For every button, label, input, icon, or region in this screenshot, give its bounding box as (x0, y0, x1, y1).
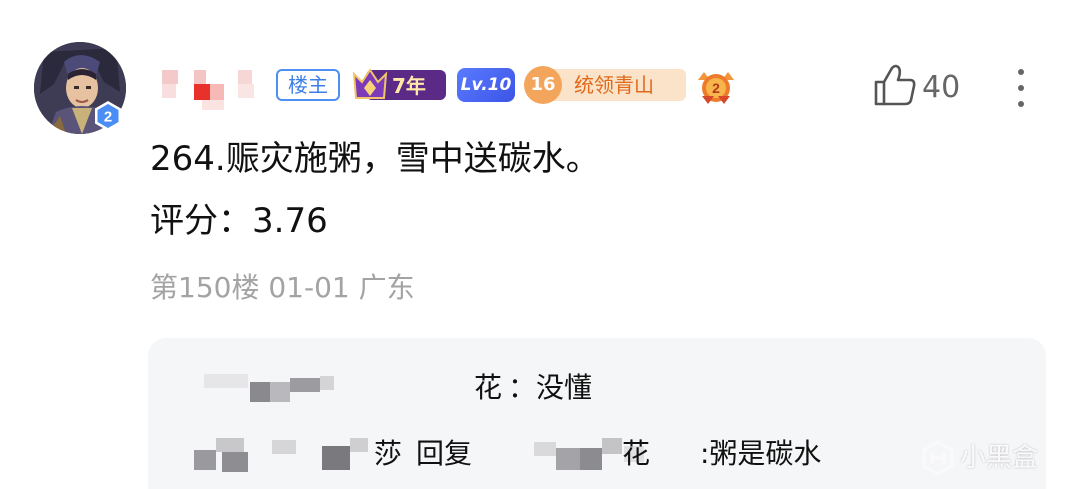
user-level-badge: Lv.10 (457, 68, 515, 102)
medal-number: 2 (712, 80, 720, 96)
reply-author-suffix: 花 (474, 371, 503, 404)
post-content-line: 264.赈灾施粥，雪中送碳水。 (150, 139, 600, 179)
more-options-button[interactable] (1006, 66, 1036, 110)
username-redacted[interactable] (158, 66, 268, 110)
medal-icon: 2 (694, 66, 738, 104)
host-badge: 楼主 (276, 69, 340, 101)
avatar-level-number: 2 (104, 109, 112, 126)
reply-text: :粥是碳水 (700, 437, 822, 470)
thumbs-up-icon (874, 64, 916, 106)
comment-post: 2 楼主 7年 Lv.10 16 统领青山 2 40 264.赈灾施粥，雪中送碳… (0, 0, 1080, 489)
reply-author-redacted (192, 372, 336, 408)
watermark-text: 小黑盒 (960, 443, 1039, 473)
reply-author-suffix: 莎 (374, 437, 403, 470)
fan-title-badge: 16 统领青山 (524, 66, 688, 104)
like-count: 40 (922, 70, 961, 105)
like-button[interactable]: 40 (866, 60, 976, 110)
reply-preview-box[interactable]: 花 ：没懂 莎 回复 花 :粥是碳水 (148, 338, 1046, 489)
membership-years-badge: 7年 (352, 66, 448, 104)
post-meta: 第150楼 01-01 广东 (150, 271, 415, 304)
reply-word: 回复 (416, 437, 473, 470)
fan-level-number: 16 (524, 66, 562, 104)
xiaoheihe-logo-icon (922, 440, 954, 476)
membership-years-label: 7年 (392, 74, 426, 98)
reply-item[interactable]: 花 ：没懂 (148, 366, 1046, 410)
reply-item[interactable]: 莎 回复 花 :粥是碳水 (148, 432, 1046, 476)
reply-author-redacted (192, 436, 402, 474)
reply-text: ：没懂 (508, 371, 593, 404)
reply-target-suffix: 花 (622, 437, 651, 470)
watermark: 小黑盒 (918, 436, 1078, 480)
post-score-line: 评分：3.76 (150, 201, 328, 241)
more-vertical-icon (1018, 69, 1024, 107)
fan-title-label: 统领青山 (574, 73, 654, 97)
avatar-level-badge: 2 (92, 100, 124, 132)
